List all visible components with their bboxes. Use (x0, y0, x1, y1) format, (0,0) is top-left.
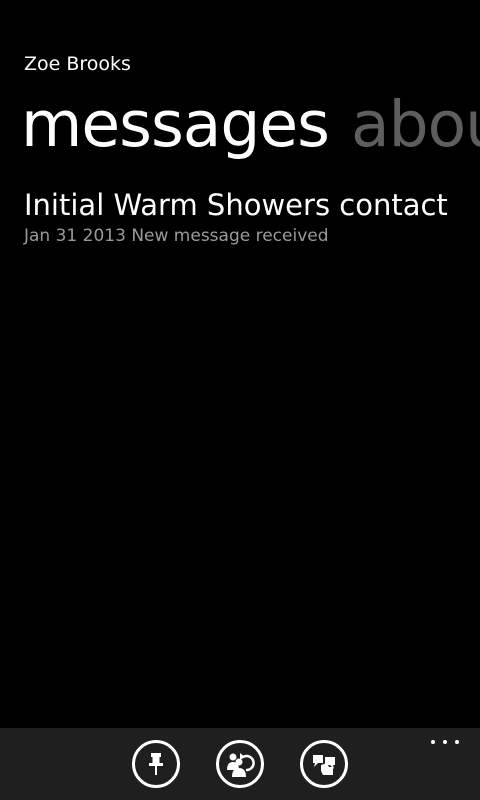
screen: Zoe Brooks messages about Initial Warm Sh… (0, 0, 480, 800)
list-item[interactable]: Initial Warm Showers contact Jan 31 2013… (24, 186, 464, 248)
pivot-headers: messages about (21, 86, 480, 166)
message-list: Initial Warm Showers contact Jan 31 2013… (24, 186, 464, 248)
feedback-button[interactable] (300, 740, 348, 788)
message-subject: Initial Warm Showers contact (24, 188, 448, 222)
ellipsis-icon[interactable] (430, 738, 460, 750)
reply-button[interactable] (216, 740, 264, 788)
pivot-tab-about[interactable]: about (351, 86, 480, 164)
message-meta: Jan 31 2013 New message received (24, 226, 329, 246)
app-title: Zoe Brooks (24, 53, 131, 75)
pin-button[interactable] (132, 740, 180, 788)
reply-icon (227, 753, 255, 777)
pin-icon (149, 753, 163, 775)
feedback-icon (313, 755, 335, 775)
app-bar (0, 728, 480, 800)
pivot-tab-messages[interactable]: messages (21, 86, 330, 164)
